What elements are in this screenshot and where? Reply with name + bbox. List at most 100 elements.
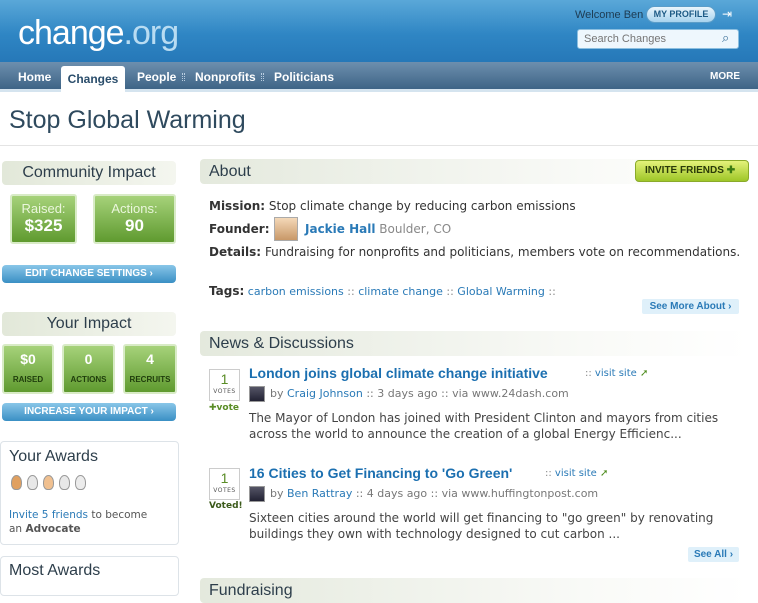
visit-site-label: visit site	[554, 468, 597, 479]
source-text: via www.24dash.com	[452, 387, 569, 400]
search-input[interactable]	[577, 29, 739, 49]
founder-location: Boulder, CO	[379, 222, 452, 236]
welcome-text: Welcome Ben	[575, 9, 644, 21]
invite-friends-link[interactable]: Invite 5 friends	[9, 509, 88, 521]
vote-button[interactable]: ✚vote	[209, 403, 239, 413]
mission-text: Stop climate change by reducing carbon e…	[268, 199, 576, 213]
tag-separator: ::	[347, 285, 355, 298]
invite-text2: an	[9, 523, 26, 535]
logout-icon[interactable]: ⇥	[722, 7, 736, 21]
nav-separator	[182, 73, 185, 81]
your-awards-heading: Your Awards	[9, 448, 98, 465]
award-badge-icon	[75, 475, 86, 490]
author-avatar[interactable]	[249, 486, 265, 502]
actions-value: 90	[125, 216, 144, 235]
your-actions-label: ACTIONS	[70, 375, 107, 384]
tag-separator: ::	[548, 285, 556, 298]
tags-label: Tags:	[209, 284, 245, 298]
tag-link[interactable]: carbon emissions	[248, 285, 344, 298]
votes-label: VOTES	[213, 487, 236, 494]
award-badge-icon	[59, 475, 70, 490]
news-byline: by Craig Johnson :: 3 days ago :: via ww…	[249, 386, 569, 402]
author-link[interactable]: Ben Rattray	[287, 487, 352, 500]
increase-your-impact-button[interactable]: INCREASE YOUR IMPACT ›	[2, 403, 176, 421]
author-avatar[interactable]	[249, 386, 265, 402]
most-awards-heading: Most Awards	[9, 562, 101, 579]
advocate-label: Advocate	[25, 523, 81, 535]
news-heading: News & Discussions	[200, 331, 748, 356]
tags-row: Tags: carbon emissions :: climate change…	[209, 284, 556, 298]
button-label: See More About	[649, 301, 726, 312]
site-header: change.org Welcome Ben MY PROFILE ⇥ ⌕	[0, 0, 758, 62]
your-raised-stat: $0 RAISED	[2, 344, 54, 394]
see-more-about-button[interactable]: See More About ›	[642, 299, 739, 314]
external-link-icon: ➚	[599, 468, 609, 479]
your-impact-heading: Your Impact	[2, 312, 176, 336]
visit-site-link[interactable]: :: visit site ➚	[545, 468, 608, 479]
details-label: Details:	[209, 245, 262, 259]
mission-row: Mission: Stop climate change by reducing…	[209, 199, 576, 213]
news-excerpt: Sixteen cities around the world will get…	[249, 511, 714, 541]
voted-status: Voted!	[209, 501, 243, 511]
news-excerpt: The Mayor of London has joined with Pres…	[249, 411, 719, 441]
visit-site-label: visit site	[594, 368, 637, 379]
visit-site-link[interactable]: :: visit site ➚	[585, 368, 648, 379]
author-link[interactable]: Craig Johnson	[287, 387, 363, 400]
my-profile-button[interactable]: MY PROFILE	[646, 6, 716, 23]
founder-link[interactable]: Jackie Hall	[305, 222, 375, 236]
your-actions-stat: 0 ACTIONS	[62, 344, 115, 394]
site-logo[interactable]: change.org	[18, 14, 180, 53]
by-label: by	[270, 487, 284, 500]
raised-label: Raised:	[21, 201, 66, 216]
divider	[0, 145, 758, 146]
search-icon[interactable]: ⌕	[722, 31, 729, 46]
invite-text: to become	[88, 509, 148, 521]
raised-value: $325	[24, 216, 63, 235]
your-raised-label: RAISED	[12, 375, 44, 384]
award-badge-icon	[27, 475, 38, 490]
founder-info: Jackie Hall Boulder, CO	[305, 222, 451, 236]
award-badge-icon	[43, 475, 54, 490]
source-text: via www.huffingtonpost.com	[441, 487, 599, 500]
invite-friends-button[interactable]: INVITE FRIENDS ✚	[635, 160, 749, 182]
vote-count-box: 1 VOTES	[209, 468, 240, 500]
fundraising-heading: Fundraising	[200, 578, 748, 603]
vote-arrow-icon: ✚	[209, 403, 217, 413]
nav-more[interactable]: MORE	[710, 62, 740, 92]
separator: ::	[585, 368, 595, 379]
logo-text: change	[18, 14, 125, 52]
nav-nonprofits[interactable]: Nonprofits	[195, 62, 256, 92]
community-impact-heading: Community Impact	[2, 161, 176, 185]
edit-change-settings-button[interactable]: EDIT CHANGE SETTINGS ›	[2, 265, 176, 283]
by-label: by	[270, 387, 284, 400]
nav-politicians[interactable]: Politicians	[274, 62, 334, 92]
actions-label: Actions:	[111, 201, 158, 216]
button-label: INCREASE YOUR IMPACT	[24, 406, 148, 417]
your-recruits-stat: 4 RECRUITS	[123, 344, 177, 394]
see-all-button[interactable]: See All ›	[688, 547, 739, 562]
mission-label: Mission:	[209, 199, 266, 213]
tag-link[interactable]: climate change	[358, 285, 443, 298]
button-label: INVITE FRIENDS	[645, 165, 724, 176]
nav-changes[interactable]: Changes	[61, 66, 125, 92]
founder-avatar[interactable]	[274, 217, 298, 241]
post-time: 4 days ago	[366, 487, 428, 500]
external-link-icon: ➚	[639, 368, 649, 379]
news-title-link[interactable]: London joins global climate change initi…	[249, 365, 548, 381]
actions-stat: Actions: 90	[93, 194, 176, 244]
your-raised-value: $0	[20, 351, 36, 367]
your-recruits-value: 4	[146, 351, 154, 367]
separator: ::	[545, 468, 555, 479]
your-recruits-label: RECRUITS	[129, 375, 171, 384]
vote-count: 1	[220, 470, 229, 486]
logo-suffix: .org	[123, 14, 180, 52]
button-label: See All	[693, 549, 727, 560]
post-time: 3 days ago	[377, 387, 438, 400]
nav-separator	[261, 73, 264, 81]
nav-people[interactable]: People	[137, 62, 176, 92]
nav-home[interactable]: Home	[18, 62, 51, 92]
tag-link[interactable]: Global Warming	[457, 285, 545, 298]
news-title-link[interactable]: 16 Cities to Get Financing to 'Go Green'	[249, 465, 512, 481]
details-text: Fundraising for nonprofits and politicia…	[264, 245, 741, 259]
founder-row: Founder:	[209, 222, 270, 236]
